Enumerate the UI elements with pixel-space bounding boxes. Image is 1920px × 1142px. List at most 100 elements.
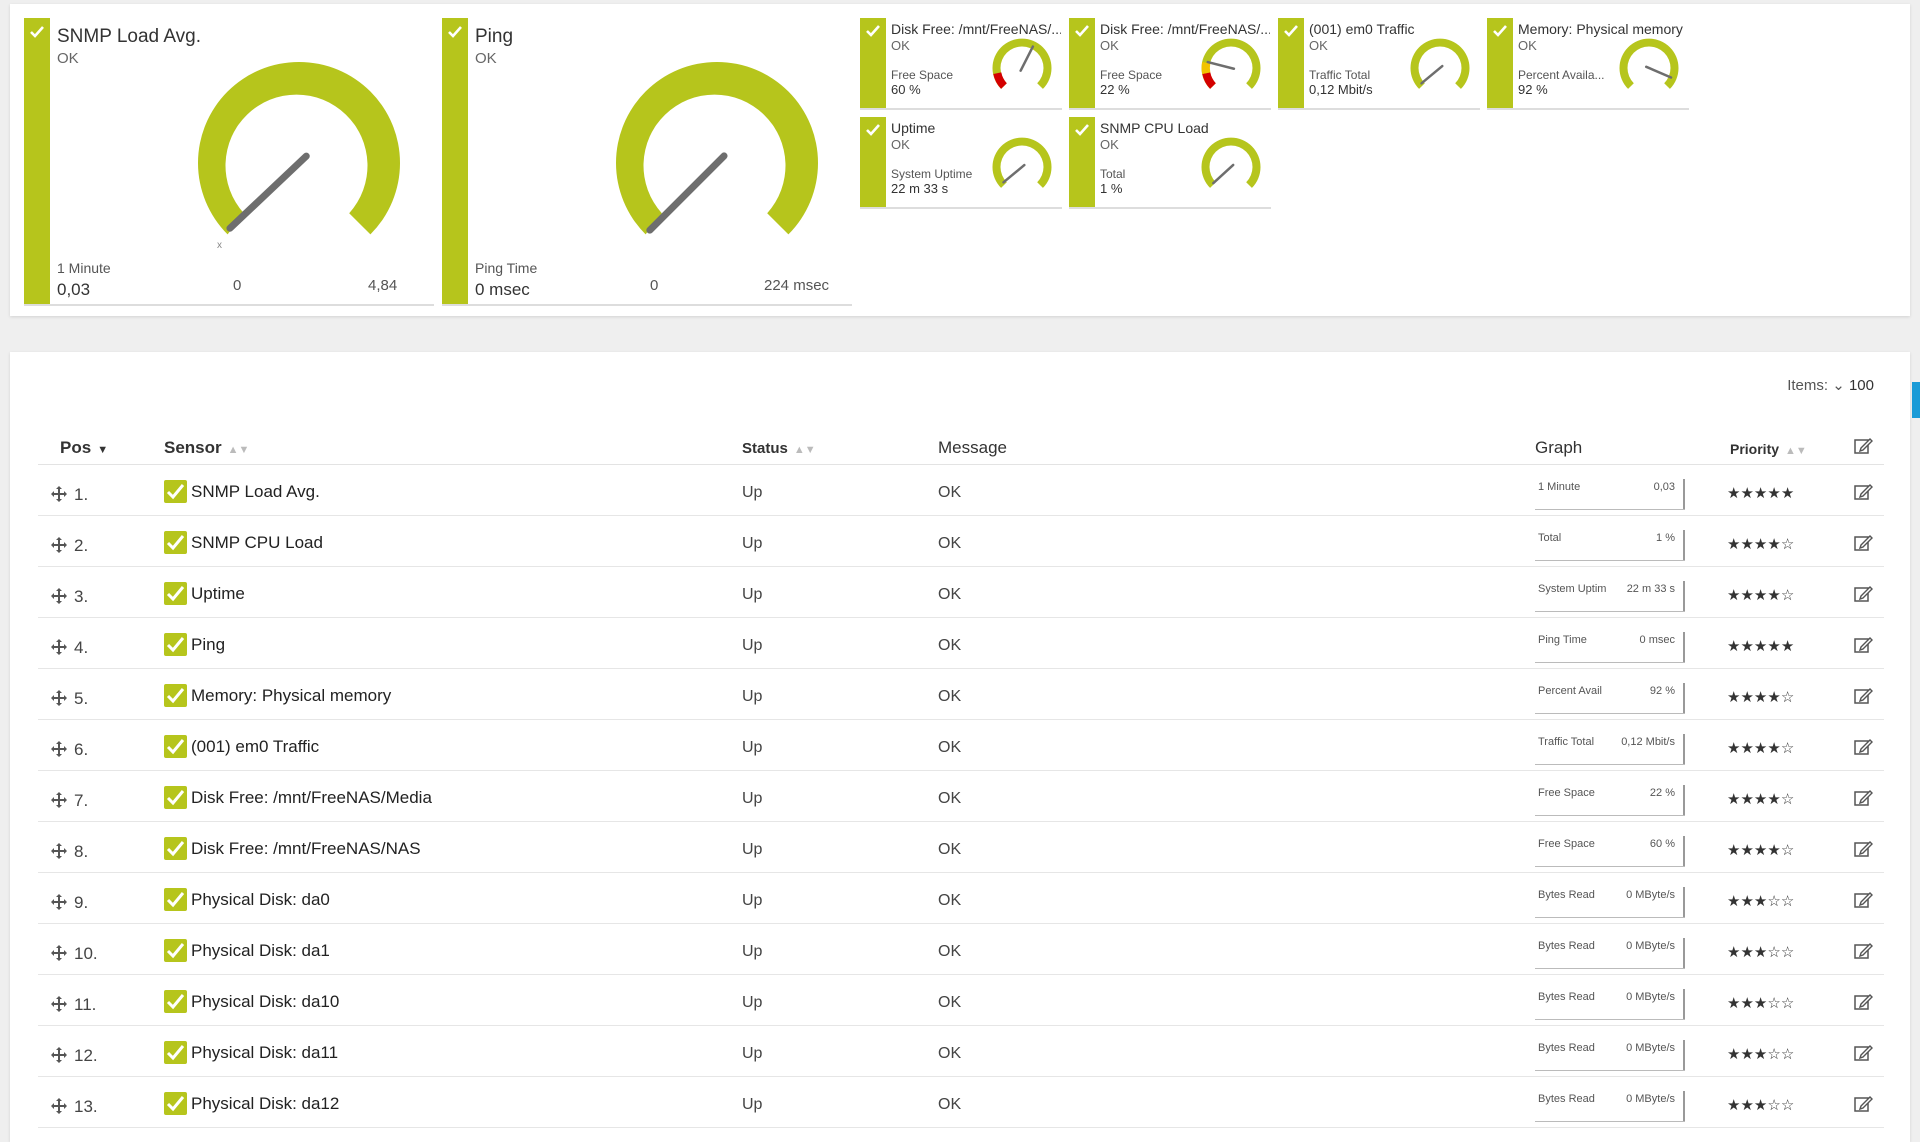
priority-stars[interactable]: ★★★☆☆ [1727, 1045, 1794, 1063]
star-filled-icon[interactable]: ★ [1754, 995, 1767, 1012]
star-empty-icon[interactable]: ☆ [1767, 893, 1780, 910]
edit-icon[interactable] [1853, 533, 1873, 553]
star-filled-icon[interactable]: ★ [1767, 689, 1780, 706]
move-icon[interactable] [50, 587, 68, 605]
star-filled-icon[interactable]: ★ [1754, 944, 1767, 961]
move-icon[interactable] [50, 1097, 68, 1115]
edit-icon[interactable] [1853, 1094, 1873, 1114]
table-row[interactable]: 10. Physical Disk: da1 Up OK Bytes Read 0 MBy… [38, 924, 1884, 975]
move-icon[interactable] [50, 842, 68, 860]
star-filled-icon[interactable]: ★ [1781, 485, 1794, 502]
column-header-priority[interactable]: Priority ▲▼ [1730, 441, 1807, 457]
gauge-snmp-load-avg[interactable]: SNMP Load Avg. OK x 1 Minute 0,03 0 4,84 [24, 18, 434, 306]
priority-stars[interactable]: ★★★★☆ [1727, 586, 1794, 604]
star-filled-icon[interactable]: ★ [1740, 1046, 1753, 1063]
star-filled-icon[interactable]: ★ [1754, 842, 1767, 859]
edit-icon[interactable] [1853, 992, 1873, 1012]
edit-icon[interactable] [1853, 839, 1873, 859]
star-filled-icon[interactable]: ★ [1740, 995, 1753, 1012]
star-filled-icon[interactable]: ★ [1767, 740, 1780, 757]
gauge-uptime[interactable]: Uptime OK System Uptime 22 m 33 s [860, 117, 1062, 209]
mini-graph[interactable]: Total 1 % [1535, 530, 1685, 561]
star-filled-icon[interactable]: ★ [1740, 842, 1753, 859]
star-empty-icon[interactable]: ☆ [1781, 995, 1794, 1012]
mini-graph[interactable]: Free Space 60 % [1535, 836, 1685, 867]
move-icon[interactable] [50, 893, 68, 911]
star-empty-icon[interactable]: ☆ [1781, 689, 1794, 706]
star-empty-icon[interactable]: ☆ [1767, 1097, 1780, 1114]
star-empty-icon[interactable]: ☆ [1781, 791, 1794, 808]
star-filled-icon[interactable]: ★ [1727, 1097, 1740, 1114]
mini-graph[interactable]: Free Space 22 % [1535, 785, 1685, 816]
sensor-name-link[interactable]: Uptime [191, 584, 245, 604]
star-empty-icon[interactable]: ☆ [1767, 995, 1780, 1012]
gauge-disk-free-nas[interactable]: Disk Free: /mnt/FreeNAS/... OK Free Spac… [860, 18, 1062, 110]
edit-columns-icon[interactable] [1853, 436, 1873, 456]
sensor-name-link[interactable]: Ping [191, 635, 225, 655]
star-filled-icon[interactable]: ★ [1754, 740, 1767, 757]
column-header-sensor[interactable]: Sensor ▲▼ [164, 438, 249, 458]
edit-icon[interactable] [1853, 635, 1873, 655]
mini-graph[interactable]: Ping Time 0 msec [1535, 632, 1685, 663]
star-empty-icon[interactable]: ☆ [1767, 1046, 1780, 1063]
star-filled-icon[interactable]: ★ [1727, 689, 1740, 706]
star-empty-icon[interactable]: ☆ [1781, 893, 1794, 910]
mini-graph[interactable]: Percent Avail 92 % [1535, 683, 1685, 714]
star-filled-icon[interactable]: ★ [1740, 944, 1753, 961]
sensor-name-link[interactable]: Physical Disk: da12 [191, 1094, 339, 1114]
priority-stars[interactable]: ★★★★☆ [1727, 841, 1794, 859]
star-filled-icon[interactable]: ★ [1727, 587, 1740, 604]
edit-icon[interactable] [1853, 686, 1873, 706]
star-filled-icon[interactable]: ★ [1754, 689, 1767, 706]
star-filled-icon[interactable]: ★ [1767, 791, 1780, 808]
star-empty-icon[interactable]: ☆ [1781, 536, 1794, 553]
star-filled-icon[interactable]: ★ [1740, 485, 1753, 502]
star-filled-icon[interactable]: ★ [1727, 842, 1740, 859]
mini-graph[interactable]: Bytes Read 0 MByte/s [1535, 938, 1685, 969]
mini-graph[interactable]: Traffic Total 0,12 Mbit/s [1535, 734, 1685, 765]
priority-stars[interactable]: ★★★☆☆ [1727, 892, 1794, 910]
table-row[interactable]: 6. (001) em0 Traffic Up OK Traffic Total 0,12… [38, 720, 1884, 771]
sensor-name-link[interactable]: Disk Free: /mnt/FreeNAS/Media [191, 788, 432, 808]
star-filled-icon[interactable]: ★ [1740, 1097, 1753, 1114]
sensor-name-link[interactable]: Physical Disk: da0 [191, 890, 330, 910]
star-filled-icon[interactable]: ★ [1767, 638, 1780, 655]
star-filled-icon[interactable]: ★ [1740, 791, 1753, 808]
star-filled-icon[interactable]: ★ [1727, 995, 1740, 1012]
priority-stars[interactable]: ★★★☆☆ [1727, 943, 1794, 961]
table-row[interactable]: 5. Memory: Physical memory Up OK Percent Ava… [38, 669, 1884, 720]
star-filled-icon[interactable]: ★ [1767, 536, 1780, 553]
priority-stars[interactable]: ★★★★☆ [1727, 688, 1794, 706]
table-row[interactable]: 4. Ping Up OK Ping Time 0 msec ★★★★★ [38, 618, 1884, 669]
move-icon[interactable] [50, 536, 68, 554]
star-filled-icon[interactable]: ★ [1727, 638, 1740, 655]
column-header-status[interactable]: Status ▲▼ [742, 440, 816, 457]
edit-icon[interactable] [1853, 584, 1873, 604]
star-filled-icon[interactable]: ★ [1754, 791, 1767, 808]
star-filled-icon[interactable]: ★ [1767, 842, 1780, 859]
edit-icon[interactable] [1853, 941, 1873, 961]
priority-stars[interactable]: ★★★★★ [1727, 484, 1794, 502]
star-empty-icon[interactable]: ☆ [1767, 944, 1780, 961]
gauge-em0-traffic[interactable]: (001) em0 Traffic OK Traffic Total 0,12 … [1278, 18, 1480, 110]
mini-graph[interactable]: Bytes Read 0 MByte/s [1535, 989, 1685, 1020]
priority-stars[interactable]: ★★★★☆ [1727, 790, 1794, 808]
table-row[interactable]: 12. Physical Disk: da11 Up OK Bytes Read 0 MB… [38, 1026, 1884, 1077]
sensor-name-link[interactable]: Physical Disk: da1 [191, 941, 330, 961]
priority-stars[interactable]: ★★★☆☆ [1727, 994, 1794, 1012]
gauge-ping[interactable]: Ping OK Ping Time 0 msec 0 224 msec [442, 18, 852, 306]
star-filled-icon[interactable]: ★ [1727, 536, 1740, 553]
table-row[interactable]: 7. Disk Free: /mnt/FreeNAS/Media Up OK Free … [38, 771, 1884, 822]
table-row[interactable]: 2. SNMP CPU Load Up OK Total 1 % ★★★★☆ [38, 516, 1884, 567]
table-row[interactable]: 13. Physical Disk: da12 Up OK Bytes Read 0 MB… [38, 1077, 1884, 1128]
move-icon[interactable] [50, 740, 68, 758]
edit-icon[interactable] [1853, 1043, 1873, 1063]
move-icon[interactable] [50, 638, 68, 656]
star-empty-icon[interactable]: ☆ [1781, 1097, 1794, 1114]
column-header-pos[interactable]: Pos ▼ [60, 438, 108, 458]
star-filled-icon[interactable]: ★ [1754, 536, 1767, 553]
table-row[interactable]: 8. Disk Free: /mnt/FreeNAS/NAS Up OK Free Sp… [38, 822, 1884, 873]
star-filled-icon[interactable]: ★ [1727, 1046, 1740, 1063]
star-empty-icon[interactable]: ☆ [1781, 842, 1794, 859]
mini-graph[interactable]: Bytes Read 0 MByte/s [1535, 1091, 1685, 1122]
